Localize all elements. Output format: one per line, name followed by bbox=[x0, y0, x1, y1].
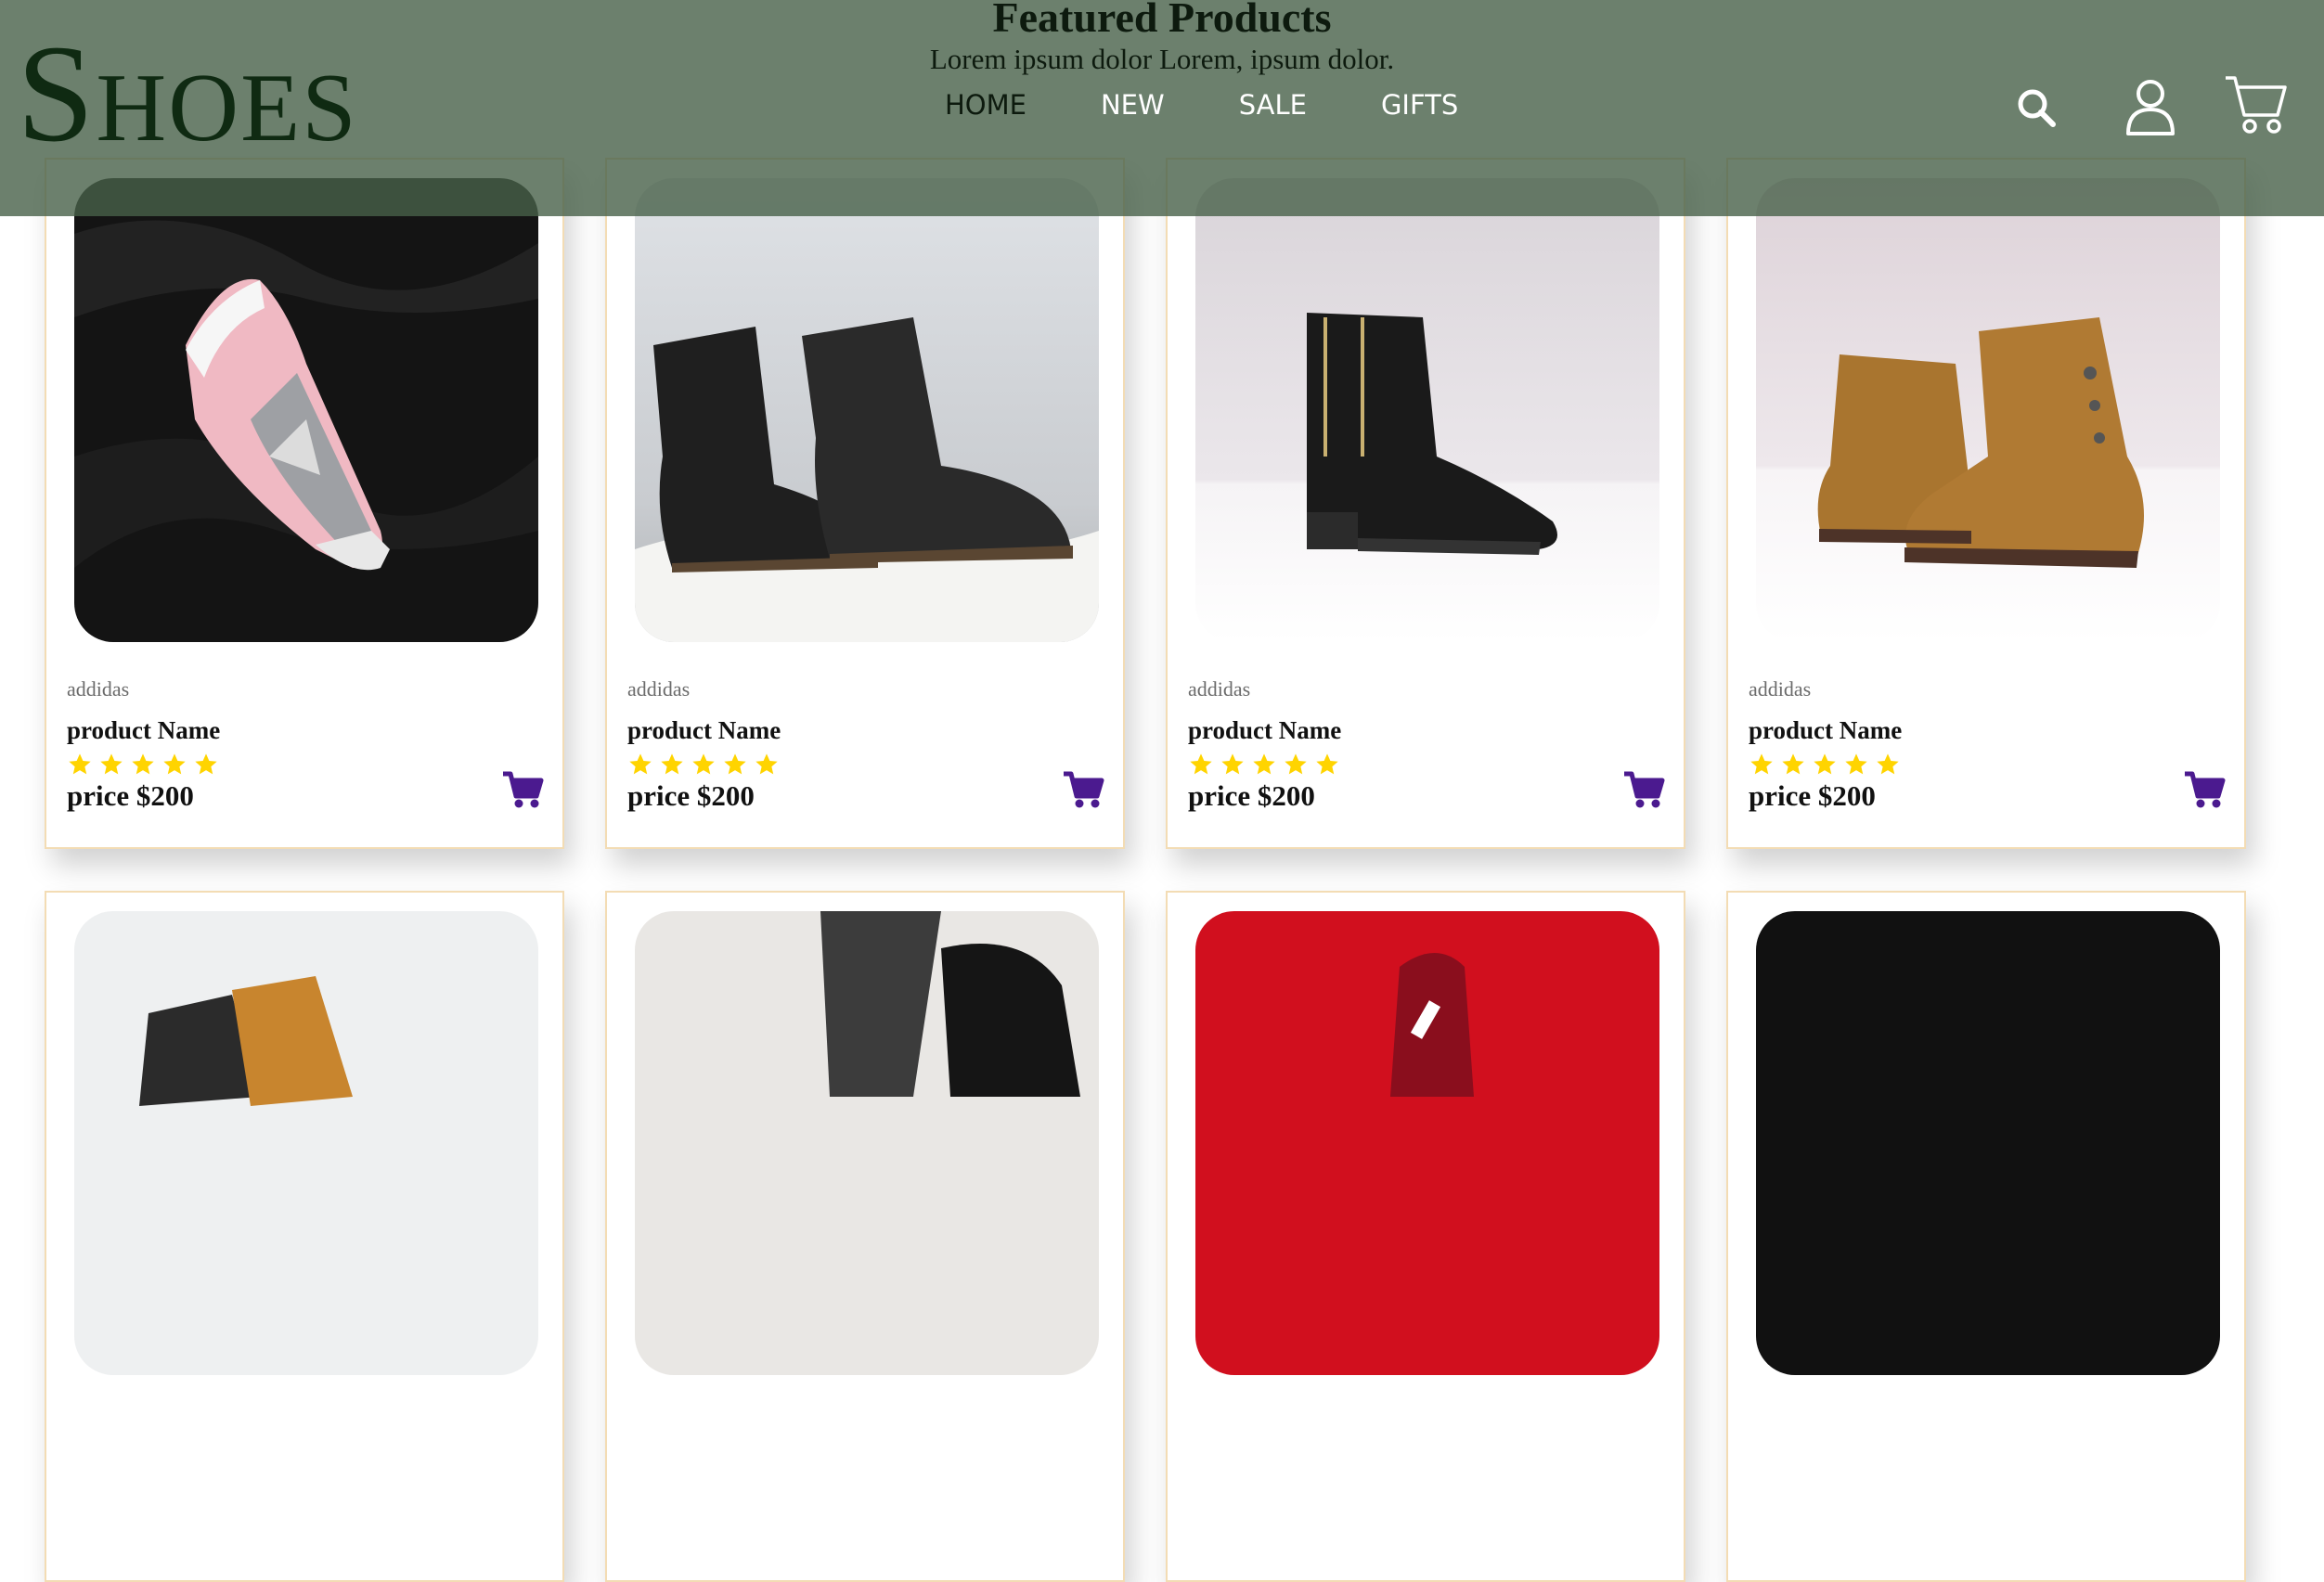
product-card[interactable]: addidas product Name price $200 bbox=[45, 158, 564, 849]
rating-stars bbox=[1188, 752, 1340, 778]
add-to-cart-icon[interactable] bbox=[1622, 770, 1665, 809]
product-card[interactable]: addidas product Name price $200 bbox=[605, 158, 1125, 849]
product-brand: addidas bbox=[67, 677, 130, 701]
star-icon bbox=[1285, 753, 1307, 775]
product-name[interactable]: product Name bbox=[627, 716, 781, 745]
product-image-tan-ankle-boots[interactable] bbox=[1756, 178, 2220, 642]
nav-item-home[interactable]: HOME bbox=[945, 89, 1026, 121]
product-name[interactable]: product Name bbox=[1749, 716, 1902, 745]
product-card[interactable]: addidas product Name price $200 bbox=[1166, 158, 1685, 849]
product-brand: addidas bbox=[1188, 677, 1251, 701]
page-subtitle: Lorem ipsum dolor Lorem, ipsum dolor. bbox=[929, 43, 1395, 75]
rating-stars bbox=[1749, 752, 1901, 778]
star-icon bbox=[163, 753, 186, 775]
rating-stars bbox=[67, 752, 219, 778]
product-image-pink-sneaker[interactable] bbox=[74, 178, 538, 642]
star-icon bbox=[629, 753, 652, 775]
product-price: price $200 bbox=[67, 779, 194, 812]
star-icon bbox=[1814, 753, 1836, 775]
rating-stars bbox=[627, 752, 780, 778]
star-icon bbox=[1316, 753, 1338, 775]
star-icon bbox=[1877, 753, 1899, 775]
nav-item-new[interactable]: NEW bbox=[1101, 89, 1165, 121]
product-card[interactable] bbox=[1166, 891, 1685, 1582]
star-icon bbox=[692, 753, 715, 775]
product-card[interactable] bbox=[605, 891, 1125, 1582]
star-icon bbox=[1782, 753, 1804, 775]
product-card[interactable] bbox=[45, 891, 564, 1582]
star-icon bbox=[195, 753, 217, 775]
site-header: Shoes Featured Products Lorem ipsum dolo… bbox=[0, 0, 2324, 216]
product-image-black-background-shoe[interactable] bbox=[1756, 911, 2220, 1375]
add-to-cart-icon[interactable] bbox=[2183, 770, 2226, 809]
star-icon bbox=[755, 753, 778, 775]
product-brand: addidas bbox=[627, 677, 691, 701]
star-icon bbox=[1253, 753, 1275, 775]
cart-icon[interactable] bbox=[2224, 72, 2289, 137]
page-title: Featured Products bbox=[992, 0, 1332, 41]
main-nav: HOME NEW SALE GIFTS bbox=[945, 89, 1458, 121]
star-icon bbox=[1845, 753, 1867, 775]
product-card[interactable] bbox=[1726, 891, 2246, 1582]
nav-item-sale[interactable]: SALE bbox=[1239, 89, 1307, 121]
add-to-cart-icon[interactable] bbox=[501, 770, 544, 809]
star-icon bbox=[724, 753, 746, 775]
star-icon bbox=[100, 753, 123, 775]
star-icon bbox=[1750, 753, 1773, 775]
product-name[interactable]: product Name bbox=[67, 716, 220, 745]
product-image-tan-leather-boots[interactable] bbox=[74, 911, 538, 1375]
nav-item-gifts[interactable]: GIFTS bbox=[1381, 89, 1458, 121]
product-image-black-heels-on-fur[interactable] bbox=[635, 911, 1099, 1375]
product-price: price $200 bbox=[627, 779, 755, 812]
star-icon bbox=[1190, 753, 1212, 775]
user-icon[interactable] bbox=[2125, 78, 2176, 135]
star-icon bbox=[1221, 753, 1244, 775]
product-name[interactable]: product Name bbox=[1188, 716, 1341, 745]
product-card[interactable]: addidas product Name price $200 bbox=[1726, 158, 2246, 849]
product-image-black-zip-ankle-boot[interactable] bbox=[1195, 178, 1659, 642]
product-price: price $200 bbox=[1188, 779, 1315, 812]
add-to-cart-icon[interactable] bbox=[1062, 770, 1104, 809]
product-brand: addidas bbox=[1749, 677, 1812, 701]
product-price: price $200 bbox=[1749, 779, 1876, 812]
star-icon bbox=[661, 753, 683, 775]
product-image-red-nike-sneaker[interactable] bbox=[1195, 911, 1659, 1375]
star-icon bbox=[69, 753, 91, 775]
product-image-black-lace-up-boots[interactable] bbox=[635, 178, 1099, 642]
search-icon[interactable] bbox=[2016, 87, 2057, 128]
star-icon bbox=[132, 753, 154, 775]
